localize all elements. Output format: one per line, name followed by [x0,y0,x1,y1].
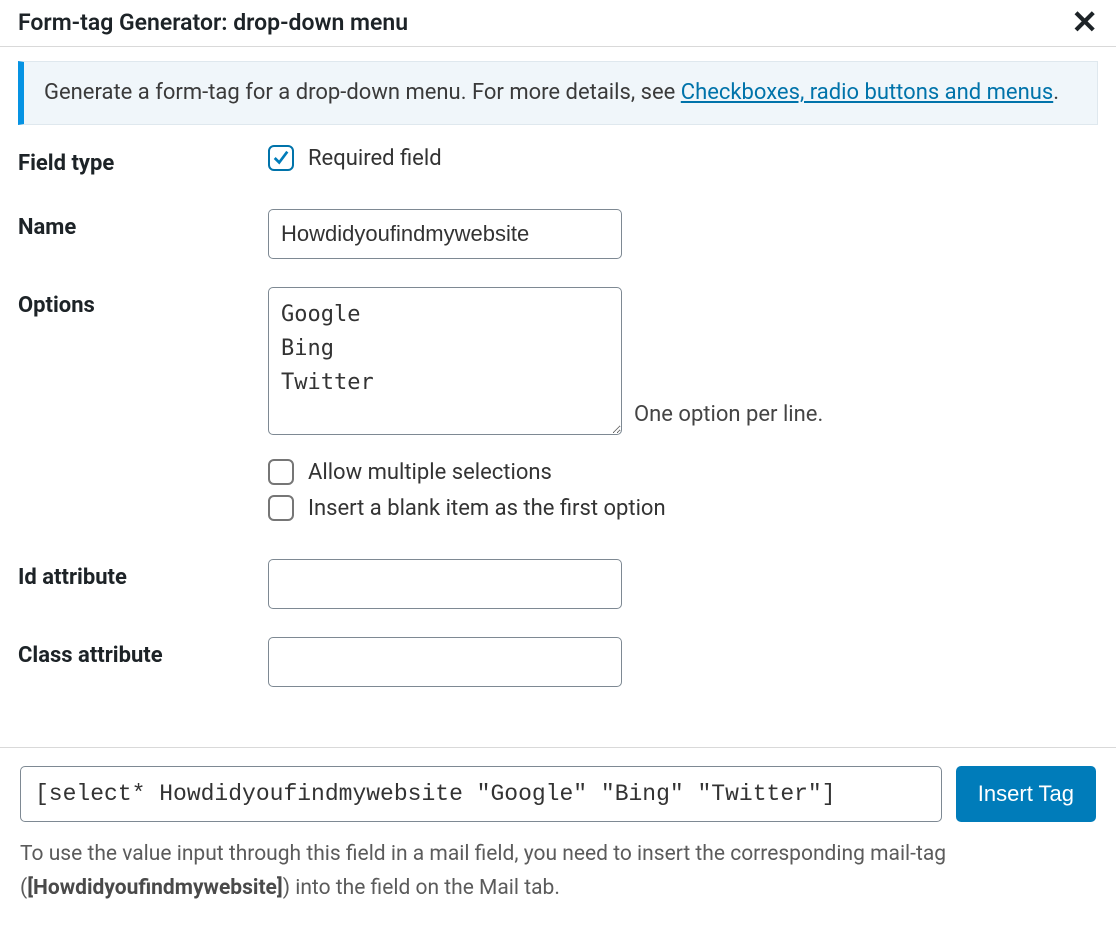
notice-link[interactable]: Checkboxes, radio buttons and menus [681,80,1053,105]
generated-tag-input[interactable] [20,766,942,822]
label-class-attribute: Class attribute [18,637,268,668]
titlebar: Form-tag Generator: drop-down menu ✕ [0,0,1116,47]
notice-text-prefix: Generate a form-tag for a drop-down menu… [44,80,681,105]
options-hint: One option per line. [634,402,823,435]
required-field-option[interactable]: Required field [268,145,1098,171]
label-name: Name [18,209,268,240]
footer-help-text: To use the value input through this fiel… [20,838,1096,905]
footer: Insert Tag To use the value input throug… [0,748,1116,909]
row-field-type: Field type Required field [18,145,1098,181]
dialog-title: Form-tag Generator: drop-down menu [18,9,408,36]
check-icon [272,149,290,167]
allow-multiple-label: Allow multiple selections [308,460,552,485]
row-class-attribute: Class attribute [18,637,1098,687]
allow-multiple-option[interactable]: Allow multiple selections [268,459,1098,485]
required-field-label: Required field [308,146,442,171]
row-id-attribute: Id attribute [18,559,1098,609]
options-textarea[interactable] [268,287,622,435]
name-input[interactable] [268,209,622,259]
notice-text-suffix: . [1053,80,1059,105]
id-attribute-input[interactable] [268,559,622,609]
row-name: Name [18,209,1098,259]
label-field-type: Field type [18,145,268,176]
checkbox-allow-multiple[interactable] [268,459,294,485]
row-options: Options One option per line. Allow multi… [18,287,1098,531]
footer-help-mailtag: [Howdidyoufindmywebsite] [27,876,283,900]
footer-help-after: ) into the field on the Mail tab. [283,876,560,900]
insert-blank-label: Insert a blank item as the first option [308,496,666,521]
insert-tag-button[interactable]: Insert Tag [956,766,1096,822]
class-attribute-input[interactable] [268,637,622,687]
label-id-attribute: Id attribute [18,559,268,590]
label-options: Options [18,287,268,318]
checkbox-required[interactable] [268,145,294,171]
form-area: Field type Required field Name Options O… [0,125,1116,737]
checkbox-insert-blank[interactable] [268,495,294,521]
info-notice: Generate a form-tag for a drop-down menu… [18,61,1098,125]
insert-blank-option[interactable]: Insert a blank item as the first option [268,495,1098,521]
close-icon[interactable]: ✕ [1071,6,1098,38]
